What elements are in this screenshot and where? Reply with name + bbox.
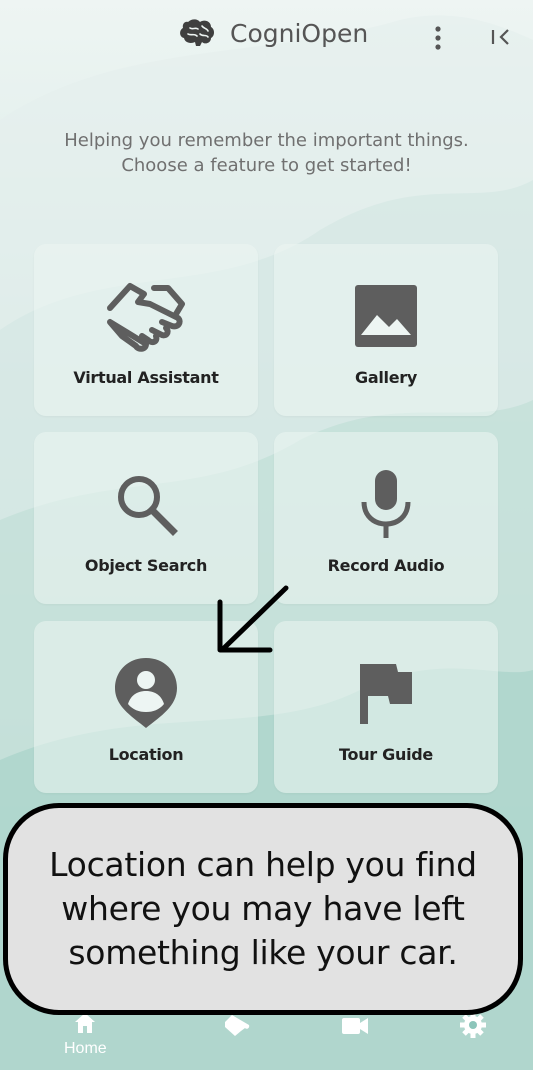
feature-label: Gallery — [355, 368, 417, 387]
feature-gallery[interactable]: Gallery — [274, 244, 498, 416]
nav-home-label: Home — [64, 1040, 107, 1057]
image-icon — [336, 276, 436, 356]
feature-record-audio[interactable]: Record Audio — [274, 432, 498, 604]
app-header: CogniOpen — [0, 0, 533, 76]
feature-label: Tour Guide — [339, 745, 433, 764]
flag-icon — [336, 653, 436, 733]
feature-virtual-assistant[interactable]: Virtual Assistant — [34, 244, 258, 416]
collapse-button[interactable] — [488, 22, 514, 50]
feature-label: Record Audio — [327, 556, 445, 575]
callout-line-1: Location can help you find — [49, 845, 477, 884]
nav-home[interactable]: Home — [64, 1010, 107, 1058]
feature-label: Virtual Assistant — [73, 368, 219, 387]
feature-label: Object Search — [84, 556, 208, 575]
feature-tour-guide[interactable]: Tour Guide — [274, 621, 498, 793]
pointer-arrow — [217, 585, 289, 653]
callout-line-2: where you may have left — [61, 889, 465, 928]
brain-icon — [180, 19, 214, 46]
tagline-line-1: Helping you remember the important thing… — [64, 130, 469, 151]
tagline-line-2: Choose a feature to get started! — [121, 155, 412, 176]
callout-line-3: something like your car. — [68, 933, 458, 972]
collapse-left-icon — [491, 29, 509, 45]
feature-label: Location — [108, 745, 184, 764]
tagline: Helping you remember the important thing… — [0, 128, 533, 178]
handshake-icon — [96, 276, 196, 356]
app-title: CogniOpen — [230, 18, 369, 48]
callout-text: Location can help you find where you may… — [49, 843, 477, 975]
feature-object-search[interactable]: Object Search — [34, 432, 258, 604]
more-options-button[interactable] — [430, 24, 446, 52]
location-pin-icon — [96, 653, 196, 733]
more-vert-icon — [435, 26, 441, 50]
search-icon — [96, 464, 196, 544]
microphone-icon — [336, 464, 436, 544]
brand: CogniOpen — [178, 18, 368, 48]
tutorial-callout: Location can help you find where you may… — [3, 803, 523, 1015]
